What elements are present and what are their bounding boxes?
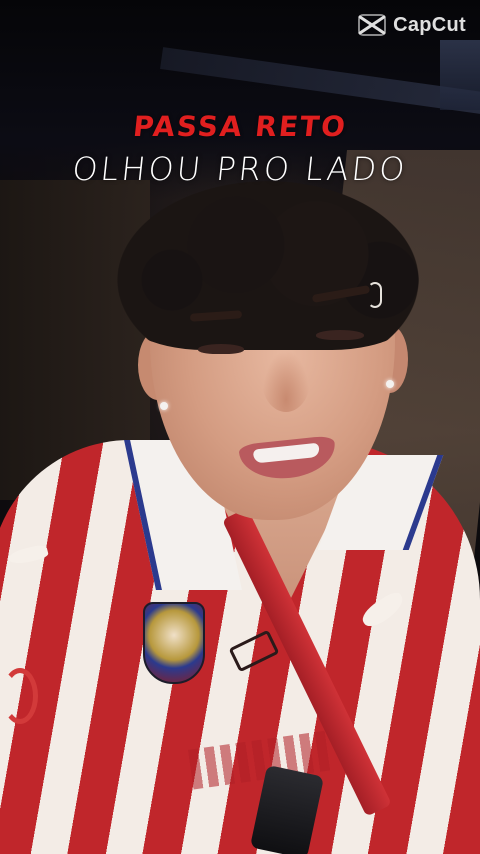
eye-left	[198, 344, 244, 354]
earring-left	[160, 402, 168, 410]
teeth	[252, 442, 320, 464]
eye-right	[316, 330, 364, 340]
video-frame[interactable]: PASSA RETO OLHOU PRO LADO CapCut	[0, 0, 480, 854]
lyric-caption: PASSA RETO OLHOU PRO LADO	[0, 108, 480, 192]
watermark-text: CapCut	[393, 13, 466, 36]
caption-line-2: OLHOU PRO LADO	[70, 150, 410, 188]
caption-line-1: PASSA RETO	[131, 110, 349, 143]
club-crest-icon	[143, 602, 205, 684]
nose	[262, 350, 310, 412]
earring-right	[386, 380, 394, 388]
eyebrow-piercing	[368, 282, 382, 308]
hair	[108, 175, 428, 350]
capcut-logo-icon	[357, 12, 387, 38]
capcut-watermark: CapCut	[357, 12, 466, 38]
sleeve-sponsor-icon	[2, 668, 38, 724]
